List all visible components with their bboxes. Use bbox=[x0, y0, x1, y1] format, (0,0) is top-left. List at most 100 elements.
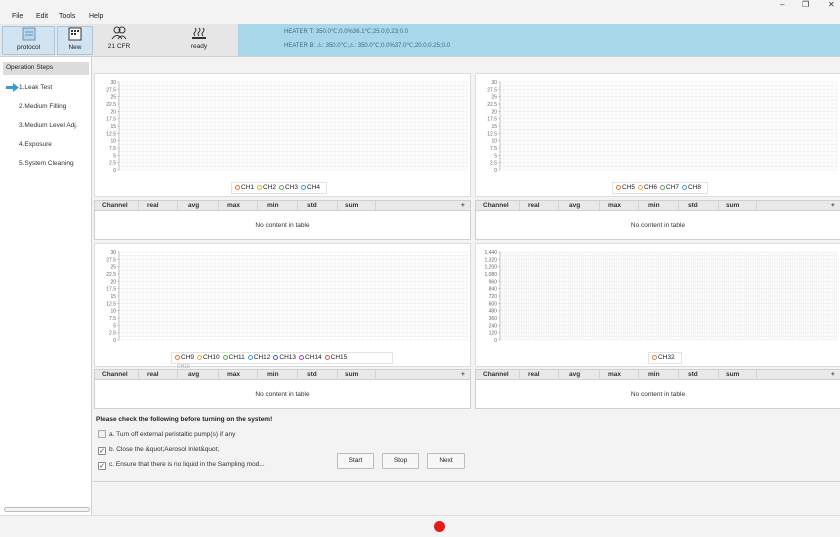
restore-button[interactable]: ❐ bbox=[802, 0, 809, 9]
empty-table-message: No content in table bbox=[255, 391, 310, 398]
heater-status-panel: HEATER T: 350.0℃;0.0%36.1℃;25.0;0.23;0.0… bbox=[238, 24, 840, 56]
legend-label: CH1 bbox=[241, 184, 255, 191]
column-header-channel[interactable]: Channel bbox=[102, 202, 128, 209]
column-separator bbox=[177, 370, 178, 380]
check-item-liquid[interactable]: ✓ c. Ensure that there is no liquid in th… bbox=[98, 461, 265, 470]
chart-ch1-4: 3027.5 2522.520 17.51512.5 107.55 2.50 bbox=[106, 80, 468, 174]
legend-label: CH6 bbox=[644, 184, 658, 191]
legend-label: CH11 bbox=[228, 354, 245, 361]
column-header-avg[interactable]: avg bbox=[188, 371, 199, 378]
column-separator bbox=[218, 370, 219, 380]
stop-button[interactable]: Stop bbox=[382, 453, 419, 469]
legend-entry-ch6[interactable]: CH6 bbox=[638, 184, 657, 191]
column-menu-button[interactable]: + bbox=[831, 202, 835, 209]
y-tick-label: 20 bbox=[110, 279, 116, 285]
next-button[interactable]: Next bbox=[427, 453, 465, 469]
legend-marker-icon bbox=[301, 184, 307, 190]
column-header-std[interactable]: std bbox=[688, 371, 698, 378]
column-header-min[interactable]: min bbox=[267, 202, 279, 209]
column-separator bbox=[756, 370, 757, 380]
y-tick-label: 17.5 bbox=[106, 117, 116, 123]
menu-edit[interactable]: Edit bbox=[36, 13, 48, 20]
legend-entry-ch12[interactable]: CH12 bbox=[247, 354, 270, 361]
column-header-std[interactable]: std bbox=[307, 371, 317, 378]
cfr-button[interactable]: 21 CFR bbox=[96, 26, 142, 55]
check-item-pump[interactable]: a. Turn off external peristaltic pump(s)… bbox=[98, 430, 235, 438]
column-header-max[interactable]: max bbox=[608, 371, 621, 378]
menu-tools[interactable]: Tools bbox=[59, 13, 75, 20]
column-menu-button[interactable]: + bbox=[461, 371, 465, 378]
legend-entry-ch1[interactable]: CH1 bbox=[235, 184, 254, 191]
legend-entry-ch32[interactable]: CH32 bbox=[652, 354, 675, 361]
legend-entry-ch13[interactable]: CH13 bbox=[273, 354, 296, 361]
column-header-avg[interactable]: avg bbox=[188, 202, 199, 209]
close-button[interactable]: ✕ bbox=[828, 0, 835, 9]
legend-entry-ch11[interactable]: CH11 bbox=[222, 354, 245, 361]
column-header-max[interactable]: max bbox=[227, 202, 240, 209]
checkbox-liquid[interactable]: ✓ bbox=[98, 462, 106, 470]
y-tick-label: 600 bbox=[489, 301, 498, 307]
column-header-channel[interactable]: Channel bbox=[102, 371, 128, 378]
new-button[interactable]: New bbox=[57, 26, 93, 55]
protocol-button[interactable]: protocol bbox=[2, 26, 55, 55]
y-tick-label: 17.5 bbox=[487, 117, 497, 123]
column-separator bbox=[718, 201, 719, 211]
step-exposure[interactable]: 4.Exposure bbox=[19, 141, 52, 148]
column-menu-button[interactable]: + bbox=[831, 371, 835, 378]
legend-entry-ch15[interactable]: CH15 bbox=[324, 354, 347, 361]
table-header-row: Channel real avg max min std sum + bbox=[95, 370, 470, 380]
column-header-std[interactable]: std bbox=[688, 202, 698, 209]
y-tick-label: 2.5 bbox=[109, 161, 116, 167]
step-medium-filling[interactable]: 2.Medium Filling bbox=[19, 103, 66, 110]
start-button[interactable]: Start bbox=[337, 453, 374, 469]
legend-entry-ch7[interactable]: CH7 bbox=[660, 184, 679, 191]
column-header-channel[interactable]: Channel bbox=[483, 371, 509, 378]
column-header-real[interactable]: real bbox=[528, 371, 540, 378]
column-header-real[interactable]: real bbox=[147, 371, 159, 378]
legend-label: CH32 bbox=[658, 354, 675, 361]
sidebar-scrollbar[interactable] bbox=[4, 507, 90, 512]
step-system-cleaning[interactable]: 5.System Cleaning bbox=[19, 160, 74, 167]
legend-entry-ch14[interactable]: CH14 bbox=[299, 354, 322, 361]
legend-entry-ch3[interactable]: CH3 bbox=[279, 184, 298, 191]
legend-marker-icon bbox=[222, 354, 228, 360]
column-header-sum[interactable]: sum bbox=[345, 371, 358, 378]
column-header-avg[interactable]: avg bbox=[569, 202, 580, 209]
column-header-std[interactable]: std bbox=[307, 202, 317, 209]
menu-help[interactable]: Help bbox=[89, 13, 103, 20]
check-item-aerosol[interactable]: ✓ b. Close the &quot;Aerosol Inlet&quot; bbox=[98, 446, 219, 455]
column-header-min[interactable]: min bbox=[648, 202, 660, 209]
column-header-sum[interactable]: sum bbox=[726, 371, 739, 378]
y-tick-label: 12.5 bbox=[487, 131, 497, 137]
column-header-min[interactable]: min bbox=[648, 371, 660, 378]
legend-entry-ch2[interactable]: CH2 bbox=[257, 184, 276, 191]
column-separator bbox=[638, 201, 639, 211]
ready-button[interactable]: ready bbox=[180, 26, 218, 55]
column-header-max[interactable]: max bbox=[608, 202, 621, 209]
legend-entry-ch10[interactable]: CH10 bbox=[197, 354, 220, 361]
legend-entry-ch8[interactable]: CH8 bbox=[682, 184, 701, 191]
y-tick-label: 2.5 bbox=[490, 161, 497, 167]
legend-entry-ch9[interactable]: CH9 bbox=[175, 354, 194, 361]
legend-label: CH9 bbox=[181, 354, 195, 361]
menu-file[interactable]: File bbox=[12, 13, 23, 20]
legend-entry-ch4[interactable]: CH4 bbox=[301, 184, 320, 191]
column-header-max[interactable]: max bbox=[227, 371, 240, 378]
legend-entry-ch5[interactable]: CH5 bbox=[616, 184, 635, 191]
column-header-sum[interactable]: sum bbox=[726, 202, 739, 209]
column-header-min[interactable]: min bbox=[267, 371, 279, 378]
column-header-channel[interactable]: Channel bbox=[483, 202, 509, 209]
step-medium-level-adj[interactable]: 3.Medium Level Adj. bbox=[19, 122, 78, 129]
stats-table-ch9-16: Channel real avg max min std sum + No content in… bbox=[94, 369, 471, 409]
checkbox-pump[interactable] bbox=[98, 430, 106, 438]
checkbox-aerosol[interactable]: ✓ bbox=[98, 447, 106, 455]
column-header-real[interactable]: real bbox=[528, 202, 540, 209]
column-header-avg[interactable]: avg bbox=[569, 371, 580, 378]
step-leak-test[interactable]: 1.Leak Test bbox=[19, 84, 52, 91]
y-tick-label: 15 bbox=[110, 124, 116, 130]
column-header-real[interactable]: real bbox=[147, 202, 159, 209]
y-tick-label: 12.5 bbox=[106, 301, 116, 307]
column-menu-button[interactable]: + bbox=[461, 202, 465, 209]
minimize-button[interactable]: – bbox=[780, 0, 784, 9]
column-header-sum[interactable]: sum bbox=[345, 202, 358, 209]
